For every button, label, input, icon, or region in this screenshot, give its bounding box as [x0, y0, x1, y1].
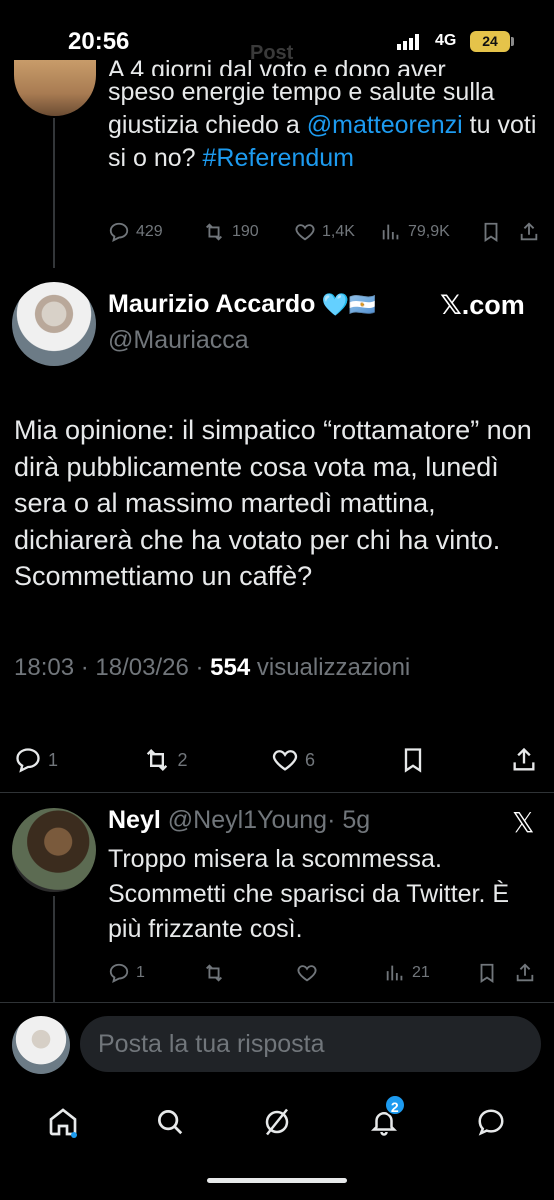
like-button[interactable] [296, 962, 384, 984]
nav-grok[interactable] [253, 1098, 301, 1146]
like-button[interactable]: 1,4K [294, 221, 380, 243]
share-icon[interactable] [510, 746, 538, 774]
parent-author-avatar[interactable] [14, 60, 96, 116]
reply-author-avatar[interactable] [12, 808, 96, 892]
hashtag-link[interactable]: #Referendum [203, 144, 354, 172]
author-emojis: 🩵🇦🇷 [321, 291, 377, 317]
heart-icon [297, 965, 317, 982]
author-avatar[interactable] [12, 282, 96, 366]
mention-link[interactable]: @matteorenzi [307, 111, 463, 139]
reply-author-handle[interactable]: @Neyl1Young [168, 806, 327, 834]
reply-age: · 5g [327, 806, 371, 834]
bookmark-icon[interactable] [476, 962, 498, 984]
reply-text: Troppo misera la scommessa. Scommetti ch… [108, 845, 510, 943]
user-avatar[interactable] [12, 1016, 70, 1074]
reply-button[interactable]: 1 [108, 962, 202, 984]
divider [0, 1002, 554, 1003]
repost-icon [206, 964, 222, 982]
post-timestamp[interactable]: 18:03 · 18/03/26 · [14, 654, 210, 681]
battery-icon: 24 [470, 31, 516, 53]
search-icon [158, 1110, 183, 1135]
network-type: 4G [435, 32, 457, 49]
views-button[interactable]: 79,9K [380, 221, 480, 243]
post-text: Mia opinione: il simpatico “rottamatore”… [14, 415, 532, 591]
battery-level: 24 [470, 31, 510, 52]
analytics-icon [386, 965, 403, 981]
chat-icon [478, 1109, 504, 1136]
status-time: 20:56 [68, 28, 130, 55]
bottom-nav: 2 [0, 1092, 554, 1152]
bookmark-icon[interactable] [399, 746, 427, 774]
like-button[interactable]: 6 [271, 746, 315, 774]
x-logo-icon: 𝕏 [512, 807, 535, 838]
reply-author-name[interactable]: Neyl [108, 806, 161, 834]
share-icon[interactable] [518, 221, 540, 243]
reply-icon [109, 222, 129, 242]
repost-icon [146, 749, 167, 771]
heart-icon [272, 750, 298, 771]
home-indicator [207, 1178, 347, 1183]
nav-search[interactable] [146, 1098, 194, 1146]
views-button[interactable]: 21 [384, 962, 476, 984]
nav-notifications[interactable]: 2 [360, 1094, 408, 1146]
bookmark-icon[interactable] [480, 221, 502, 243]
divider [0, 792, 554, 793]
notifications-badge: 2 [383, 1094, 406, 1116]
share-icon[interactable] [514, 962, 536, 984]
reply-button[interactable]: 429 [108, 221, 174, 243]
views-label: visualizzazioni [250, 654, 411, 681]
analytics-icon [382, 224, 399, 240]
reply-icon [16, 748, 40, 773]
reply-actions: 1 21 [108, 962, 544, 984]
repost-button[interactable] [202, 962, 296, 984]
reply-icon [109, 963, 129, 983]
reply-button[interactable]: 1 [14, 746, 58, 774]
signal-icon [397, 34, 419, 50]
parent-post-text: A 4 giorni dal voto e dopo aver speso ene… [108, 56, 537, 172]
views-count: 554 [210, 654, 251, 681]
repost-button[interactable]: 190 [202, 221, 294, 243]
repost-icon [206, 223, 222, 241]
author-handle[interactable]: @Mauriacca [108, 326, 249, 355]
grok-icon [265, 1108, 289, 1136]
repost-button[interactable]: 2 [142, 746, 188, 774]
x-brand-label: 𝕏.com [440, 290, 525, 320]
author-name[interactable]: Maurizio Accardo 🩵🇦🇷 [108, 290, 376, 319]
post-meta: 18:03 · 18/03/26 · 554 visualizzazioni [14, 654, 410, 682]
thread-line [53, 118, 55, 268]
reply-header: Neyl @Neyl1Young· 5g [108, 806, 370, 835]
nav-home[interactable] [39, 1098, 87, 1146]
reply-composer-input[interactable]: Posta la tua risposta [80, 1016, 541, 1072]
nav-messages[interactable] [467, 1098, 515, 1146]
thread-line [53, 896, 55, 1002]
parent-post-actions: 429 190 1,4K 79,9K [108, 221, 548, 243]
heart-icon [295, 224, 315, 241]
post-actions: 1 2 6 [14, 746, 538, 774]
